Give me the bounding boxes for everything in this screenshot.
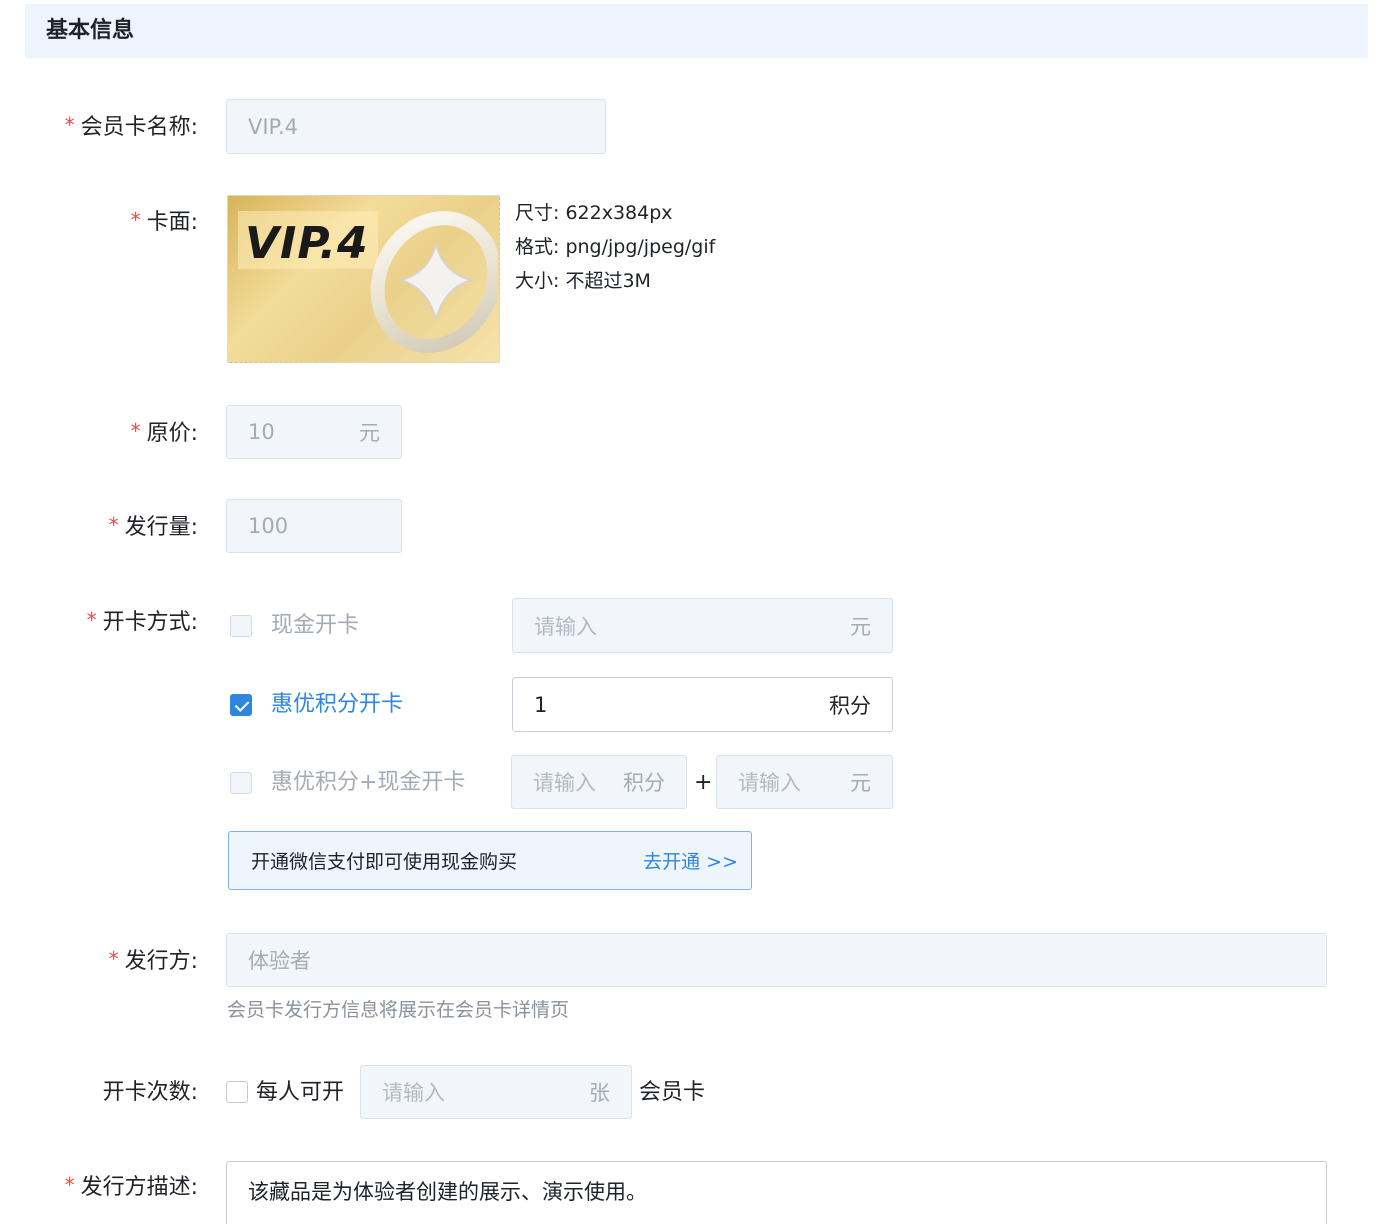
open-limit-input[interactable]: 请输入 张 <box>360 1065 632 1119</box>
points-open-label[interactable]: 惠优积分开卡 <box>271 690 403 720</box>
points-cash-open-checkbox[interactable] <box>230 772 252 794</box>
points-cash-open-label[interactable]: 惠优积分+现金开卡 <box>271 768 465 798</box>
open-limit-unit: 张 <box>589 1081 610 1105</box>
open-limit-label: 开卡次数: <box>102 1080 198 1105</box>
card-cover-image[interactable]: VIP.4 <box>227 195 500 363</box>
required-mark: * <box>108 513 119 537</box>
cash-open-label[interactable]: 现金开卡 <box>271 611 359 641</box>
combo-cash-input[interactable]: 请输入 元 <box>716 755 893 809</box>
required-mark: * <box>108 947 119 971</box>
required-mark: * <box>64 1173 75 1197</box>
cash-open-checkbox[interactable] <box>230 615 252 637</box>
required-mark: * <box>130 419 141 443</box>
combo-points-input[interactable]: 请输入 积分 <box>511 755 687 809</box>
issuer-hint: 会员卡发行方信息将展示在会员卡详情页 <box>227 999 570 1021</box>
required-mark: * <box>130 208 141 232</box>
section-title: 基本信息 <box>25 4 1368 58</box>
open-limit-suffix: 会员卡 <box>639 1080 706 1105</box>
points-unit: 积分 <box>829 693 871 718</box>
issuer-desc-textarea[interactable]: 该藏品是为体验者创建的展示、演示使用。 <box>226 1161 1327 1224</box>
wechat-pay-notice-text: 开通微信支付即可使用现金购买 <box>251 851 518 873</box>
quantity-input[interactable]: 100 <box>226 499 402 553</box>
cash-price-input[interactable]: 请输入 元 <box>512 598 893 653</box>
required-mark: * <box>86 608 97 632</box>
open-method-label: * 开卡方式: <box>86 608 198 635</box>
open-limit-checkbox[interactable] <box>226 1081 248 1103</box>
cover-spec-filesize: 大小: 不超过3M <box>515 270 651 292</box>
card-cover-label: * 卡面: <box>130 208 198 235</box>
combo-points-unit: 积分 <box>623 771 665 795</box>
required-mark: * <box>64 113 75 137</box>
card-name-label: * 会员卡名称: <box>64 113 198 140</box>
price-label: * 原价: <box>130 419 198 446</box>
plus-sign: + <box>694 770 713 795</box>
issuer-desc-label: * 发行方描述: <box>64 1173 198 1200</box>
price-unit: 元 <box>359 421 380 445</box>
cover-spec-format: 格式: png/jpg/jpeg/gif <box>515 236 716 258</box>
card-cover-text: VIP.4 <box>245 218 369 269</box>
cover-spec-size: 尺寸: 622x384px <box>515 202 673 224</box>
combo-cash-unit: 元 <box>850 771 871 795</box>
price-input[interactable]: 10 元 <box>226 405 402 459</box>
issuer-label: * 发行方: <box>108 947 198 974</box>
issuer-input[interactable]: 体验者 <box>226 933 1327 987</box>
points-open-checkbox[interactable] <box>230 694 252 716</box>
coin-emblem-icon <box>370 211 498 353</box>
open-limit-prefix: 每人可开 <box>256 1080 345 1105</box>
cash-unit: 元 <box>850 614 871 639</box>
quantity-label: * 发行量: <box>108 513 198 540</box>
enable-wechat-pay-link[interactable]: 去开通 >> <box>643 847 738 874</box>
card-name-input[interactable]: VIP.4 <box>226 99 606 154</box>
points-amount-input[interactable]: 1 积分 <box>512 677 893 732</box>
wechat-pay-notice: 开通微信支付即可使用现金购买 去开通 >> <box>228 831 752 890</box>
